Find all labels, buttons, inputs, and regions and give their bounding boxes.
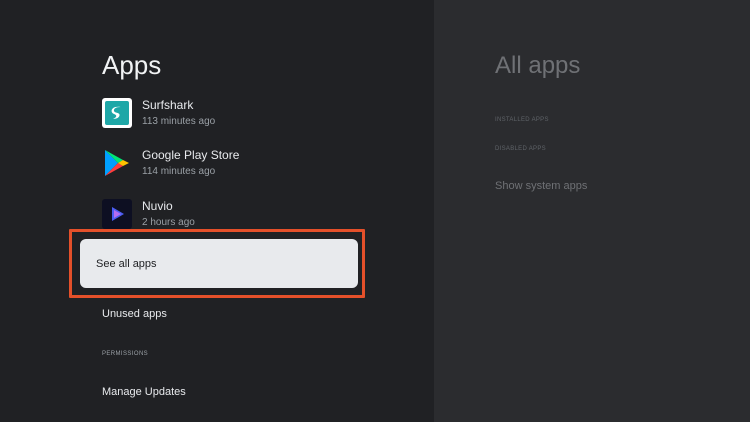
surfshark-icon xyxy=(102,98,132,128)
app-time: 2 hours ago xyxy=(142,217,195,228)
app-name: Google Play Store xyxy=(142,148,240,162)
see-all-apps-label: See all apps xyxy=(96,258,157,270)
manage-updates-item[interactable]: Manage Updates xyxy=(102,386,186,398)
permissions-header: PERMISSIONS xyxy=(102,351,149,357)
right-panel xyxy=(434,0,750,422)
app-name: Surfshark xyxy=(142,98,194,112)
page-title: Apps xyxy=(102,50,162,80)
google-play-store-icon xyxy=(102,148,132,178)
disabled-apps-header: DISABLED APPS xyxy=(495,146,546,152)
show-system-apps-item[interactable]: Show system apps xyxy=(495,180,587,192)
app-row-google-play-store[interactable]: Google Play Store 114 minutes ago xyxy=(102,148,402,192)
see-all-apps-button[interactable]: See all apps xyxy=(80,239,358,288)
all-apps-title: All apps xyxy=(495,52,581,79)
app-name: Nuvio xyxy=(142,199,173,213)
unused-apps-item[interactable]: Unused apps xyxy=(102,308,167,320)
app-time: 114 minutes ago xyxy=(142,166,216,177)
app-row-surfshark[interactable]: Surfshark 113 minutes ago xyxy=(102,98,402,142)
app-time: 113 minutes ago xyxy=(142,116,216,127)
nuvio-icon xyxy=(102,199,132,229)
installed-apps-header: INSTALLED APPS xyxy=(495,117,549,123)
